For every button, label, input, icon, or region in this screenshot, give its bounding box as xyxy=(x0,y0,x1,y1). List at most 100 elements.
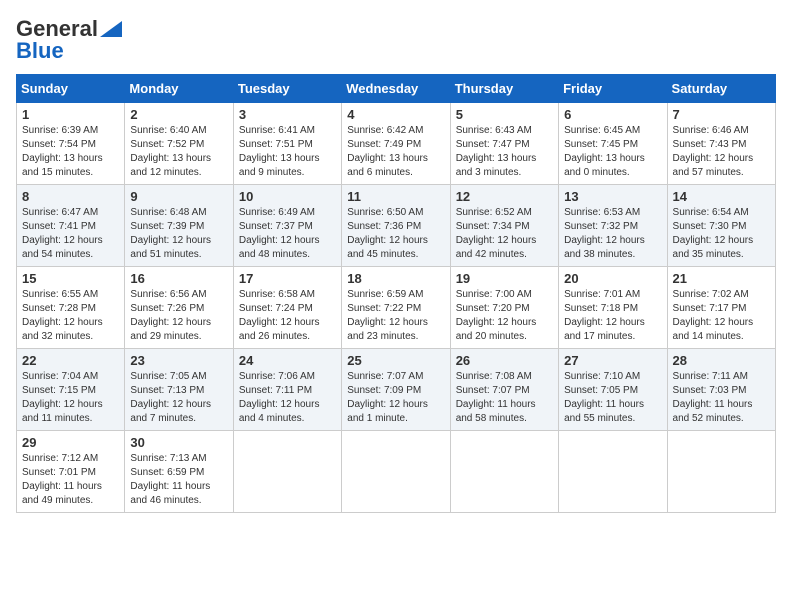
col-saturday: Saturday xyxy=(667,75,775,103)
cell-info: Sunrise: 6:56 AMSunset: 7:26 PMDaylight:… xyxy=(130,288,227,344)
day-number: 14 xyxy=(673,189,770,204)
cell-info: Sunrise: 6:52 AMSunset: 7:34 PMDaylight:… xyxy=(456,206,553,262)
cell-info: Sunrise: 6:40 AMSunset: 7:52 PMDaylight:… xyxy=(130,124,227,180)
day-number: 25 xyxy=(347,353,444,368)
day-number: 2 xyxy=(130,107,227,122)
day-number: 5 xyxy=(456,107,553,122)
day-number: 9 xyxy=(130,189,227,204)
calendar-cell: 18 Sunrise: 6:59 AMSunset: 7:22 PMDayligh… xyxy=(342,267,450,349)
day-number: 8 xyxy=(22,189,119,204)
day-number: 28 xyxy=(673,353,770,368)
col-friday: Friday xyxy=(559,75,667,103)
calendar-cell xyxy=(233,431,341,513)
logo-text-blue: Blue xyxy=(16,38,64,64)
day-number: 16 xyxy=(130,271,227,286)
cell-info: Sunrise: 6:55 AMSunset: 7:28 PMDaylight:… xyxy=(22,288,119,344)
cell-info: Sunrise: 7:13 AMSunset: 6:59 PMDaylight:… xyxy=(130,452,227,508)
cell-info: Sunrise: 7:00 AMSunset: 7:20 PMDaylight:… xyxy=(456,288,553,344)
week-row: 29Sunrise: 7:12 AMSunset: 7:01 PMDayligh… xyxy=(17,431,776,513)
calendar-cell: 23Sunrise: 7:05 AMSunset: 7:13 PMDayligh… xyxy=(125,349,233,431)
cell-info: Sunrise: 7:04 AMSunset: 7:15 PMDaylight:… xyxy=(22,370,119,426)
cell-info: Sunrise: 6:46 AMSunset: 7:43 PMDaylight:… xyxy=(673,124,770,180)
cell-info: Sunrise: 6:58 AMSunset: 7:24 PMDaylight:… xyxy=(239,288,336,344)
calendar-cell: 8 Sunrise: 6:47 AMSunset: 7:41 PMDaylight… xyxy=(17,185,125,267)
cell-info: Sunrise: 6:50 AMSunset: 7:36 PMDaylight:… xyxy=(347,206,444,262)
cell-info: Sunrise: 7:01 AMSunset: 7:18 PMDaylight:… xyxy=(564,288,661,344)
day-number: 26 xyxy=(456,353,553,368)
cell-info: Sunrise: 6:43 AMSunset: 7:47 PMDaylight:… xyxy=(456,124,553,180)
col-tuesday: Tuesday xyxy=(233,75,341,103)
cell-info: Sunrise: 7:10 AMSunset: 7:05 PMDaylight:… xyxy=(564,370,661,426)
cell-info: Sunrise: 6:39 AMSunset: 7:54 PMDaylight:… xyxy=(22,124,119,180)
cell-info: Sunrise: 6:48 AMSunset: 7:39 PMDaylight:… xyxy=(130,206,227,262)
calendar-cell: 12 Sunrise: 6:52 AMSunset: 7:34 PMDayligh… xyxy=(450,185,558,267)
day-number: 15 xyxy=(22,271,119,286)
calendar-cell: 9 Sunrise: 6:48 AMSunset: 7:39 PMDaylight… xyxy=(125,185,233,267)
cell-info: Sunrise: 6:42 AMSunset: 7:49 PMDaylight:… xyxy=(347,124,444,180)
calendar-cell: 11Sunrise: 6:50 AMSunset: 7:36 PMDayligh… xyxy=(342,185,450,267)
calendar-cell: 4 Sunrise: 6:42 AMSunset: 7:49 PMDaylight… xyxy=(342,103,450,185)
cell-info: Sunrise: 6:54 AMSunset: 7:30 PMDaylight:… xyxy=(673,206,770,262)
day-number: 30 xyxy=(130,435,227,450)
calendar-cell: 1 Sunrise: 6:39 AMSunset: 7:54 PMDaylight… xyxy=(17,103,125,185)
cell-info: Sunrise: 7:06 AMSunset: 7:11 PMDaylight:… xyxy=(239,370,336,426)
calendar-cell: 30 Sunrise: 7:13 AMSunset: 6:59 PMDayligh… xyxy=(125,431,233,513)
day-number: 17 xyxy=(239,271,336,286)
cell-info: Sunrise: 6:53 AMSunset: 7:32 PMDaylight:… xyxy=(564,206,661,262)
cell-info: Sunrise: 7:11 AMSunset: 7:03 PMDaylight:… xyxy=(673,370,770,426)
calendar-cell: 15 Sunrise: 6:55 AMSunset: 7:28 PMDayligh… xyxy=(17,267,125,349)
day-number: 29 xyxy=(22,435,119,450)
week-row: 22 Sunrise: 7:04 AMSunset: 7:15 PMDayligh… xyxy=(17,349,776,431)
calendar-cell xyxy=(342,431,450,513)
day-number: 21 xyxy=(673,271,770,286)
calendar-cell: 26 Sunrise: 7:08 AMSunset: 7:07 PMDayligh… xyxy=(450,349,558,431)
calendar-cell: 29Sunrise: 7:12 AMSunset: 7:01 PMDayligh… xyxy=(17,431,125,513)
week-row: 15 Sunrise: 6:55 AMSunset: 7:28 PMDayligh… xyxy=(17,267,776,349)
calendar-cell: 5 Sunrise: 6:43 AMSunset: 7:47 PMDaylight… xyxy=(450,103,558,185)
day-number: 20 xyxy=(564,271,661,286)
day-number: 1 xyxy=(22,107,119,122)
calendar-cell: 6Sunrise: 6:45 AMSunset: 7:45 PMDaylight… xyxy=(559,103,667,185)
calendar-cell xyxy=(667,431,775,513)
calendar-cell: 28 Sunrise: 7:11 AMSunset: 7:03 PMDayligh… xyxy=(667,349,775,431)
cell-info: Sunrise: 6:47 AMSunset: 7:41 PMDaylight:… xyxy=(22,206,119,262)
cell-info: Sunrise: 7:05 AMSunset: 7:13 PMDaylight:… xyxy=(130,370,227,426)
cell-info: Sunrise: 7:07 AMSunset: 7:09 PMDaylight:… xyxy=(347,370,444,426)
calendar-cell xyxy=(450,431,558,513)
day-number: 4 xyxy=(347,107,444,122)
day-number: 24 xyxy=(239,353,336,368)
day-number: 13 xyxy=(564,189,661,204)
week-row: 1 Sunrise: 6:39 AMSunset: 7:54 PMDaylight… xyxy=(17,103,776,185)
day-number: 10 xyxy=(239,189,336,204)
page-header: General Blue xyxy=(16,16,776,64)
calendar-cell: 25 Sunrise: 7:07 AMSunset: 7:09 PMDayligh… xyxy=(342,349,450,431)
cell-info: Sunrise: 6:59 AMSunset: 7:22 PMDaylight:… xyxy=(347,288,444,344)
calendar-cell: 2 Sunrise: 6:40 AMSunset: 7:52 PMDaylight… xyxy=(125,103,233,185)
calendar-body: 1 Sunrise: 6:39 AMSunset: 7:54 PMDaylight… xyxy=(17,103,776,513)
calendar-cell: 20 Sunrise: 7:01 AMSunset: 7:18 PMDayligh… xyxy=(559,267,667,349)
day-number: 22 xyxy=(22,353,119,368)
day-number: 12 xyxy=(456,189,553,204)
calendar-cell: 7 Sunrise: 6:46 AMSunset: 7:43 PMDaylight… xyxy=(667,103,775,185)
logo-icon xyxy=(100,21,122,37)
col-thursday: Thursday xyxy=(450,75,558,103)
calendar-cell: 14 Sunrise: 6:54 AMSunset: 7:30 PMDayligh… xyxy=(667,185,775,267)
day-number: 3 xyxy=(239,107,336,122)
week-row: 8 Sunrise: 6:47 AMSunset: 7:41 PMDaylight… xyxy=(17,185,776,267)
day-number: 18 xyxy=(347,271,444,286)
calendar-cell: 27Sunrise: 7:10 AMSunset: 7:05 PMDayligh… xyxy=(559,349,667,431)
cell-info: Sunrise: 6:45 AMSunset: 7:45 PMDaylight:… xyxy=(564,124,661,180)
col-monday: Monday xyxy=(125,75,233,103)
calendar-cell: 10 Sunrise: 6:49 AMSunset: 7:37 PMDayligh… xyxy=(233,185,341,267)
day-number: 19 xyxy=(456,271,553,286)
calendar-cell: 17 Sunrise: 6:58 AMSunset: 7:24 PMDayligh… xyxy=(233,267,341,349)
cell-info: Sunrise: 6:49 AMSunset: 7:37 PMDaylight:… xyxy=(239,206,336,262)
logo: General Blue xyxy=(16,16,122,64)
day-number: 7 xyxy=(673,107,770,122)
col-sunday: Sunday xyxy=(17,75,125,103)
calendar-cell: 16 Sunrise: 6:56 AMSunset: 7:26 PMDayligh… xyxy=(125,267,233,349)
cell-info: Sunrise: 7:08 AMSunset: 7:07 PMDaylight:… xyxy=(456,370,553,426)
calendar-cell: 13 Sunrise: 6:53 AMSunset: 7:32 PMDayligh… xyxy=(559,185,667,267)
calendar-cell: 24 Sunrise: 7:06 AMSunset: 7:11 PMDayligh… xyxy=(233,349,341,431)
calendar-cell: 22 Sunrise: 7:04 AMSunset: 7:15 PMDayligh… xyxy=(17,349,125,431)
